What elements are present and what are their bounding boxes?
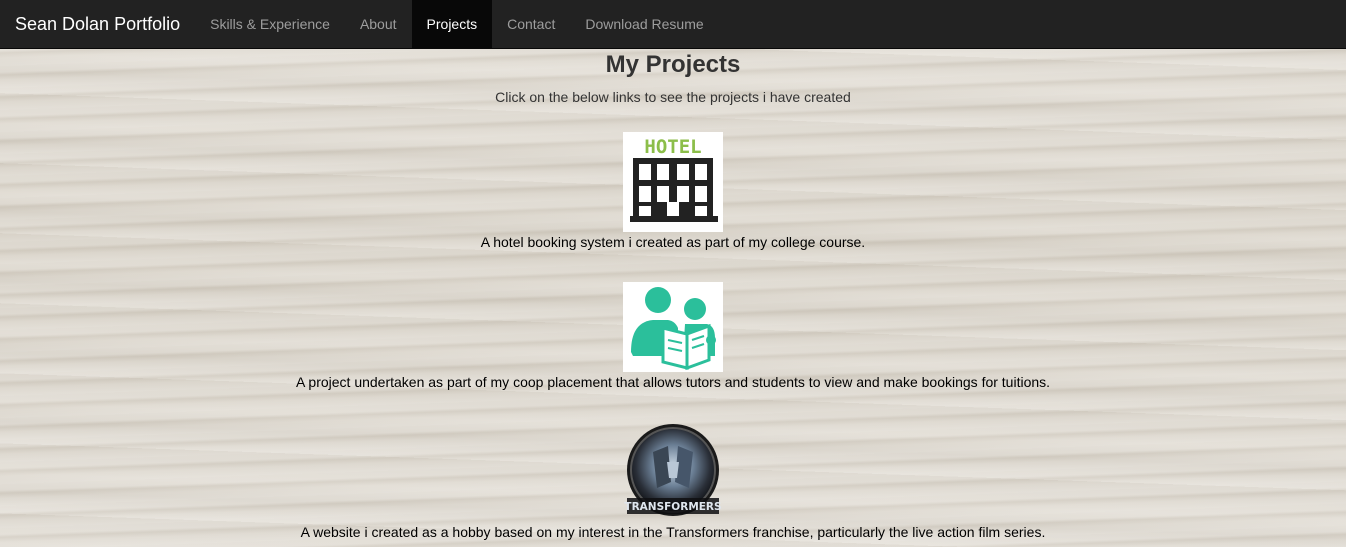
nav-link-projects[interactable]: Projects xyxy=(411,0,493,48)
project-item-tutor: A project undertaken as part of my coop … xyxy=(0,282,1346,392)
project-item-hotel: HOTEL A hotel booking system i created a… xyxy=(0,132,1346,252)
hotel-sign-text: HOTEL xyxy=(644,136,701,158)
hotel-building-icon[interactable]: HOTEL xyxy=(623,132,723,232)
project-item-transformers: TRANSFORMERS A website i created as a ho… xyxy=(0,422,1346,542)
project-description: A hotel booking system i created as part… xyxy=(480,234,866,250)
main-content: My Projects Click on the below links to … xyxy=(0,49,1346,107)
tutor-reading-icon[interactable] xyxy=(623,282,723,372)
top-navbar: Sean Dolan Portfolio Skills & Experience… xyxy=(0,0,1346,49)
page-title: My Projects xyxy=(605,51,741,78)
brand-link[interactable]: Sean Dolan Portfolio xyxy=(0,0,195,48)
transformers-logo-icon[interactable]: TRANSFORMERS xyxy=(623,422,723,522)
nav-link-download-resume[interactable]: Download Resume xyxy=(570,0,718,48)
page-subtitle: Click on the below links to see the proj… xyxy=(495,89,851,105)
project-description: A project undertaken as part of my coop … xyxy=(295,374,1051,390)
transformers-logo-text: TRANSFORMERS xyxy=(624,501,721,513)
nav-links: Skills & Experience About Projects Conta… xyxy=(195,0,719,48)
nav-link-skills-experience[interactable]: Skills & Experience xyxy=(195,0,345,48)
nav-link-about[interactable]: About xyxy=(345,0,412,48)
nav-link-contact[interactable]: Contact xyxy=(492,0,570,48)
project-description: A website i created as a hobby based on … xyxy=(300,524,1046,540)
